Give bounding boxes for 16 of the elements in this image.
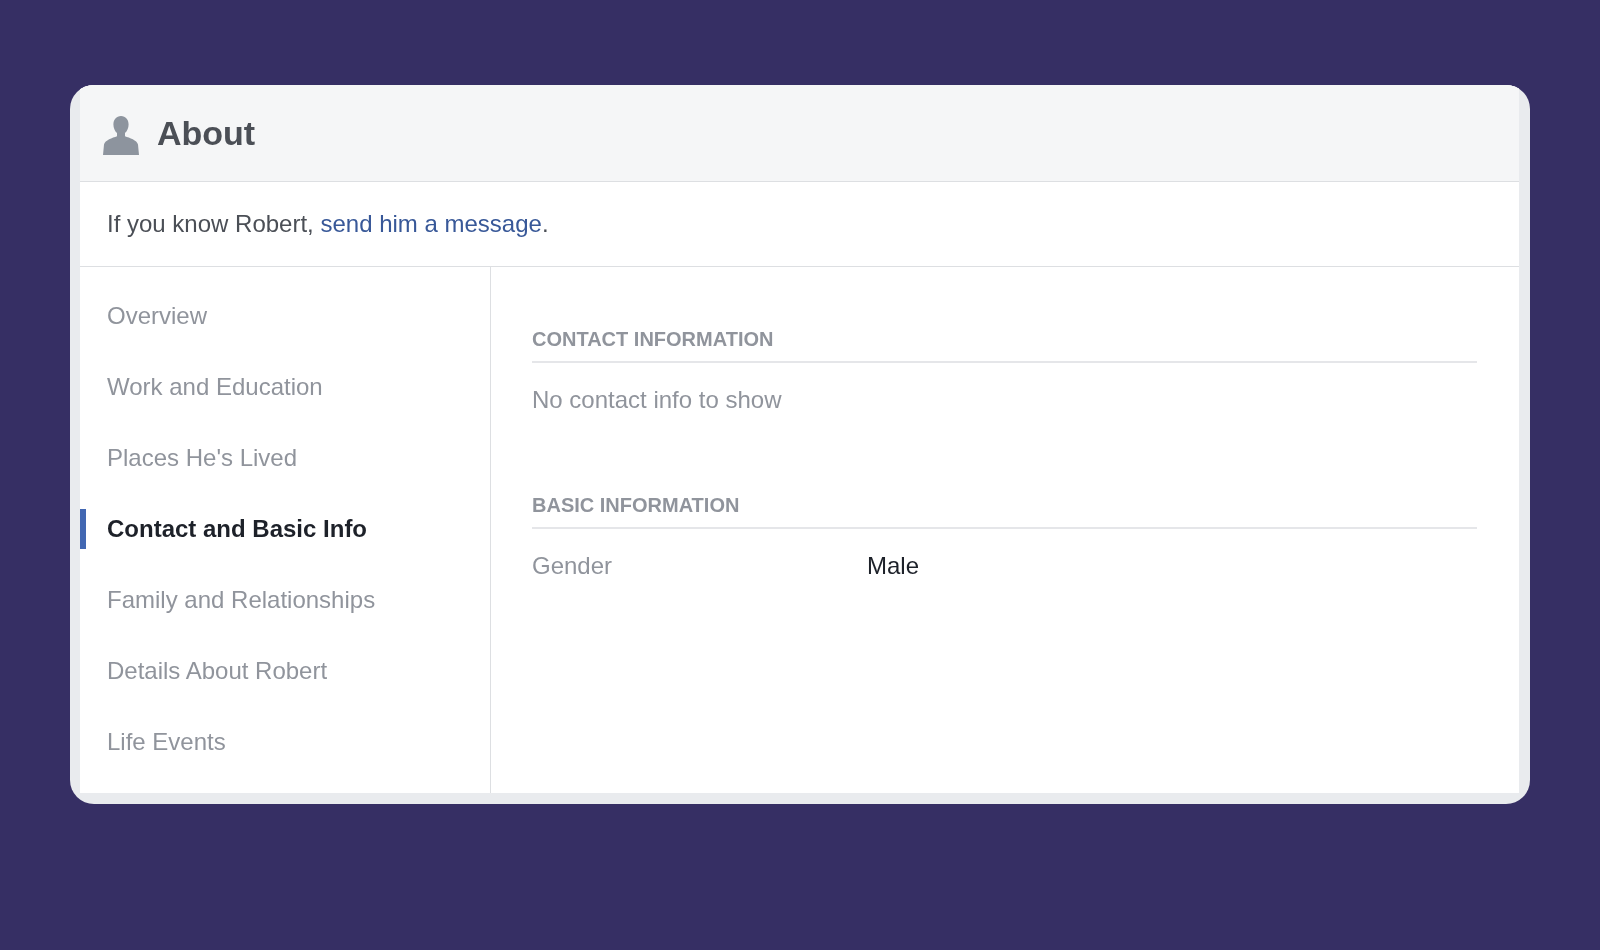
message-link[interactable]: send him a message [320, 210, 542, 237]
sidebar-item[interactable]: Contact and Basic Info [80, 509, 368, 549]
sidebar-item[interactable]: Details About Robert [80, 651, 328, 691]
page-title: About [157, 113, 256, 153]
message-prompt: If you know Robert, send him a message. [107, 209, 549, 239]
field-value: Male [867, 554, 920, 578]
sidebar-item[interactable]: Family and Relationships [80, 580, 376, 620]
person-icon [103, 115, 139, 155]
sidebar-item[interactable]: Places He's Lived [80, 438, 297, 478]
field-label: Gender [532, 554, 614, 578]
section-heading: CONTACT INFORMATION [532, 327, 774, 351]
sidebar-item[interactable]: Overview [80, 296, 208, 336]
section-heading: BASIC INFORMATION [532, 493, 740, 517]
sidebar-item[interactable]: Life Events [80, 722, 226, 762]
sidebar-item[interactable]: Work and Education [80, 367, 323, 407]
empty-message: No contact info to show [532, 388, 782, 412]
